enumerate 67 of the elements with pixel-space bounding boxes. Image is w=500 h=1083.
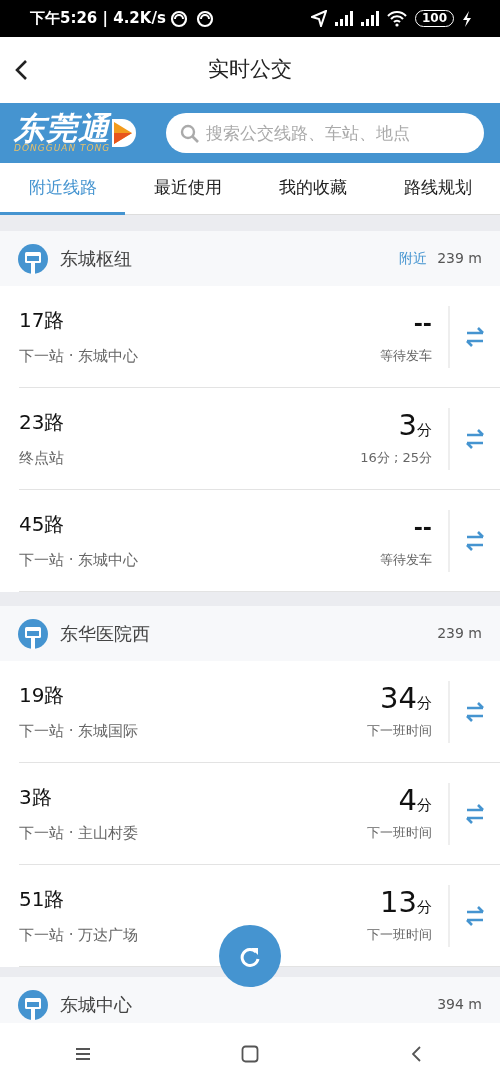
station-name: 东城中心 (60, 993, 132, 1017)
arrival-note: 16分 ; 25分 (360, 448, 432, 467)
station-distance: 239 m (437, 249, 482, 268)
charging-icon (462, 10, 472, 27)
status-time: 下午5:26 | 4.2K/s (30, 8, 166, 30)
wifi-icon (386, 10, 407, 27)
page-title: 实时公交 (208, 57, 292, 83)
route-name: 45路 (19, 511, 66, 539)
route-name: 17路 (19, 307, 66, 335)
route-row[interactable]: 3路 下一站 · 主山村委 4分 下一班时间 (0, 763, 500, 865)
bus-stop-icon (18, 243, 48, 274)
location-icon (310, 10, 327, 27)
search-icon (180, 124, 200, 143)
arrival-time: 13分 (379, 886, 432, 919)
tab[interactable]: 最近使用 (125, 163, 250, 215)
signal-icon (334, 11, 353, 26)
arrival-time: 34分 (379, 682, 432, 715)
station-name: 东城枢纽 (60, 247, 132, 271)
station-distance: 239 m (437, 624, 482, 643)
swap-icon (465, 326, 485, 348)
tab[interactable]: 路线规划 (375, 163, 500, 215)
route-row[interactable]: 45路 下一站 · 东城中心 -- 等待发车 (0, 490, 500, 592)
next-stop: 下一站 · 主山村委 (19, 823, 139, 845)
arrival-time: -- (412, 514, 432, 543)
logo-play-icon (110, 117, 139, 149)
next-stop: 下一站 · 万达广场 (19, 925, 139, 947)
bus-stop-icon (18, 618, 48, 649)
arrival-note: 下一班时间 (367, 721, 432, 740)
arrival-note: 等待发车 (380, 551, 432, 570)
search-field[interactable]: 搜索公交线路、车站、地点 (166, 113, 484, 153)
home-icon (241, 1044, 259, 1063)
arrival-note: 等待发车 (380, 347, 432, 366)
station-distance: 394 m (437, 995, 482, 1014)
logo-text: 东莞通 (14, 113, 111, 144)
signal-icon (360, 11, 379, 26)
refresh-icon (239, 945, 261, 968)
route-name: 19路 (19, 682, 66, 710)
tab[interactable]: 我的收藏 (250, 163, 375, 215)
notification-icon (195, 9, 214, 28)
back-icon (14, 58, 30, 81)
swap-icon (465, 428, 485, 450)
swap-icon (465, 530, 485, 552)
arrival-time: 3分 (397, 409, 432, 442)
bus-stop-icon (18, 989, 48, 1020)
route-row[interactable]: 19路 下一站 · 东城国际 34分 下一班时间 (0, 661, 500, 763)
route-name: 23路 (19, 409, 65, 437)
swap-icon (465, 701, 485, 723)
logo-subtitle: DONGGUAN TONG (14, 144, 111, 153)
arrival-note: 下一班时间 (367, 823, 432, 842)
notification-icon (169, 9, 188, 28)
arrival-note: 下一班时间 (367, 925, 432, 944)
arrival-time: 4分 (397, 784, 432, 817)
arrival-time: -- (412, 310, 432, 339)
back-icon (412, 1045, 422, 1062)
next-stop: 下一站 · 东城中心 (19, 550, 139, 572)
route-row[interactable]: 17路 下一站 · 东城中心 -- 等待发车 (0, 286, 500, 388)
next-stop: 下一站 · 东城国际 (19, 721, 139, 743)
nearby-tag: 附近 (399, 248, 428, 269)
route-row[interactable]: 23路 终点站 3分 16分 ; 25分 (0, 388, 500, 490)
swap-icon (465, 905, 485, 927)
route-name: 51路 (19, 886, 66, 914)
station-name: 东华医院西 (60, 622, 150, 646)
next-stop: 下一站 · 东城中心 (19, 346, 139, 368)
route-name: 3路 (19, 784, 53, 812)
next-stop: 终点站 (19, 448, 65, 470)
swap-icon (465, 803, 485, 825)
route-row[interactable]: 51路 下一站 · 万达广场 13分 下一班时间 (0, 865, 500, 967)
